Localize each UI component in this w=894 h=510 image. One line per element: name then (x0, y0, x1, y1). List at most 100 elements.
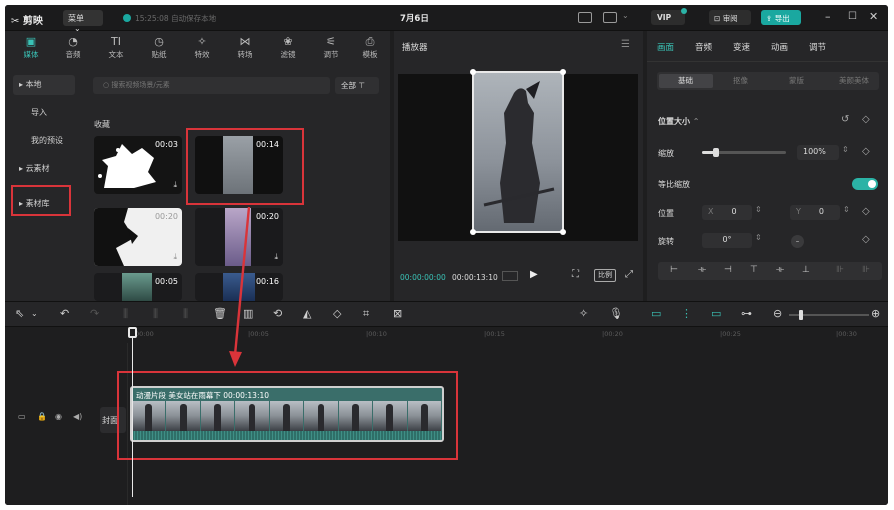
resize-handle[interactable] (560, 229, 566, 235)
rotate-field[interactable]: 0° (702, 233, 752, 248)
close-icon[interactable]: ✕ (869, 11, 878, 23)
rotate-icon[interactable]: ◇ (333, 307, 341, 321)
keyframe-icon[interactable]: ◇ (862, 206, 870, 217)
tab-media[interactable]: ▣ 媒体 (11, 33, 51, 63)
zoom-slider[interactable] (789, 310, 869, 320)
distribute-v-icon[interactable]: ⊪ (862, 265, 870, 275)
tab-template[interactable]: ⎙ 模板 (350, 33, 390, 63)
layout-icon[interactable] (603, 12, 617, 23)
lock-icon[interactable]: 🔒 (37, 412, 47, 421)
menu-button[interactable]: 菜单 ⌄ (63, 10, 103, 33)
library-item[interactable]: 00:05 (94, 273, 182, 301)
minimize-icon[interactable]: – (825, 11, 831, 23)
scale-slider[interactable] (702, 148, 786, 157)
tab-filter[interactable]: ❀ 滤镜 (268, 33, 308, 63)
play-icon[interactable]: ▶ (530, 269, 538, 280)
playhead-handle[interactable] (128, 327, 137, 338)
align-center-v-icon[interactable]: ⟛ (776, 265, 784, 275)
uniform-scale-toggle[interactable] (852, 178, 878, 190)
reset-icon[interactable]: ↺ (841, 114, 849, 125)
zoom-out-icon[interactable]: ⊖ (773, 307, 782, 321)
subtab-beauty[interactable]: 美颜美体 (839, 75, 869, 86)
smart-crop-icon[interactable]: ⊠ (393, 307, 402, 321)
main-track-magnet-icon[interactable]: ▭ (651, 307, 661, 321)
review-button[interactable]: ⊡ 审阅 (709, 10, 751, 25)
playhead[interactable] (128, 327, 137, 497)
undo-icon[interactable]: ↶ (60, 307, 69, 321)
microphone-icon[interactable]: 🎙 (609, 307, 623, 321)
tab-transition[interactable]: ⋈ 转场 (225, 33, 265, 63)
scale-slider-handle[interactable] (713, 148, 720, 157)
sidebar-item-presets[interactable]: 我的预设 (13, 131, 75, 151)
align-center-h-icon[interactable]: ⟛ (698, 265, 706, 275)
tab-picture[interactable]: 画面 (657, 41, 674, 53)
download-icon[interactable]: ⤓ (274, 252, 278, 262)
zoom-in-icon[interactable]: ⊕ (871, 307, 880, 321)
resize-handle[interactable] (560, 69, 566, 75)
position-x-field[interactable]: X0 (702, 205, 752, 220)
library-item[interactable]: 00:20 ⤓ (94, 208, 182, 266)
vip-badge[interactable]: VIP (651, 8, 687, 25)
align-left-icon[interactable]: ⊢ (670, 265, 678, 275)
resize-handle[interactable] (470, 69, 476, 75)
tab-speed[interactable]: 变速 (733, 41, 750, 53)
fit-icon[interactable]: ⛶ (572, 269, 579, 280)
reverse-icon[interactable]: ⟲ (273, 307, 282, 321)
subtab-basic[interactable]: 基础 (678, 75, 693, 86)
stepper-icon[interactable]: ⇕ (755, 205, 762, 214)
tab-text[interactable]: TI 文本 (96, 33, 136, 63)
rotate-dial-icon[interactable]: – (791, 235, 804, 248)
link-icon[interactable]: ▭ (711, 307, 721, 321)
tab-effects[interactable]: ✧ 特效 (182, 33, 222, 63)
download-icon[interactable]: ⤓ (173, 252, 177, 262)
magic-icon[interactable]: ✧ (579, 307, 588, 321)
position-y-field[interactable]: Y0 (790, 205, 840, 220)
track-visibility-icon[interactable]: ▭ (18, 412, 26, 421)
delete-icon[interactable]: 🗑 (213, 307, 227, 321)
fullscreen-icon[interactable]: ⤢ (625, 269, 633, 280)
filter-button[interactable]: 全部 ⊤ (335, 77, 379, 94)
library-item[interactable]: 00:03 ⤓ (94, 136, 182, 194)
layout-chevron-icon[interactable]: ⌄ (622, 11, 629, 20)
sidebar-item-cloud[interactable]: ▸ 云素材 (13, 159, 75, 179)
stepper-icon[interactable]: ⇕ (843, 205, 850, 214)
zoom-slider-handle[interactable] (799, 310, 803, 320)
export-button[interactable]: ⇪ 导出 (761, 10, 801, 25)
stepper-icon[interactable]: ⇕ (755, 233, 762, 242)
tab-audio[interactable]: ◔ 音频 (53, 33, 93, 63)
search-input[interactable]: ○ 搜索视频场景/元素 (93, 77, 330, 94)
stepper-icon[interactable]: ⇕ (842, 145, 849, 154)
split-icon[interactable]: ⫼ (123, 307, 128, 321)
download-icon[interactable]: ⤓ (173, 180, 177, 190)
select-tool-icon[interactable]: ⇖ (15, 307, 24, 321)
resize-handle[interactable] (470, 229, 476, 235)
align-top-icon[interactable]: ⊤ (750, 265, 758, 275)
eye-icon[interactable]: ◉ (55, 412, 62, 421)
mirror-icon[interactable]: ◭ (303, 307, 311, 321)
subtab-mask[interactable]: 蒙版 (789, 75, 804, 86)
keyframe-icon[interactable]: ◇ (862, 146, 870, 157)
align-right-icon[interactable]: ⊣ (724, 265, 732, 275)
chevron-down-icon[interactable]: ⌄ (31, 307, 38, 321)
preview-frame[interactable] (470, 69, 566, 235)
keyframe-icon[interactable]: ◇ (862, 234, 870, 245)
subtab-keying[interactable]: 抠像 (733, 75, 748, 86)
maximize-icon[interactable]: ☐ (848, 11, 857, 23)
scale-value-field[interactable]: 100% (797, 145, 839, 160)
tab-adjust[interactable]: ⚟ 调节 (311, 33, 351, 63)
trim-right-icon[interactable]: ⫼ (183, 307, 188, 321)
shortcut-icon[interactable] (578, 12, 592, 23)
menu-icon[interactable]: ☰ (621, 39, 630, 50)
align-bottom-icon[interactable]: ⊥ (802, 265, 810, 275)
ratio-button[interactable]: 比例 (594, 269, 616, 282)
keyframe-icon[interactable]: ◇ (862, 114, 870, 125)
audio-mute-icon[interactable]: ◀) (73, 412, 82, 421)
trim-left-icon[interactable]: ⫼ (153, 307, 158, 321)
sidebar-item-local[interactable]: ▸ 本地 (13, 75, 75, 95)
preview-axis-icon[interactable]: ⊶ (741, 307, 752, 321)
auto-snap-icon[interactable]: ⋮ (681, 307, 692, 321)
sidebar-item-import[interactable]: 导入 (13, 103, 75, 123)
redo-icon[interactable]: ↷ (90, 307, 99, 321)
tab-adjust-props[interactable]: 调节 (809, 41, 826, 53)
tab-sticker[interactable]: ◷ 贴纸 (139, 33, 179, 63)
